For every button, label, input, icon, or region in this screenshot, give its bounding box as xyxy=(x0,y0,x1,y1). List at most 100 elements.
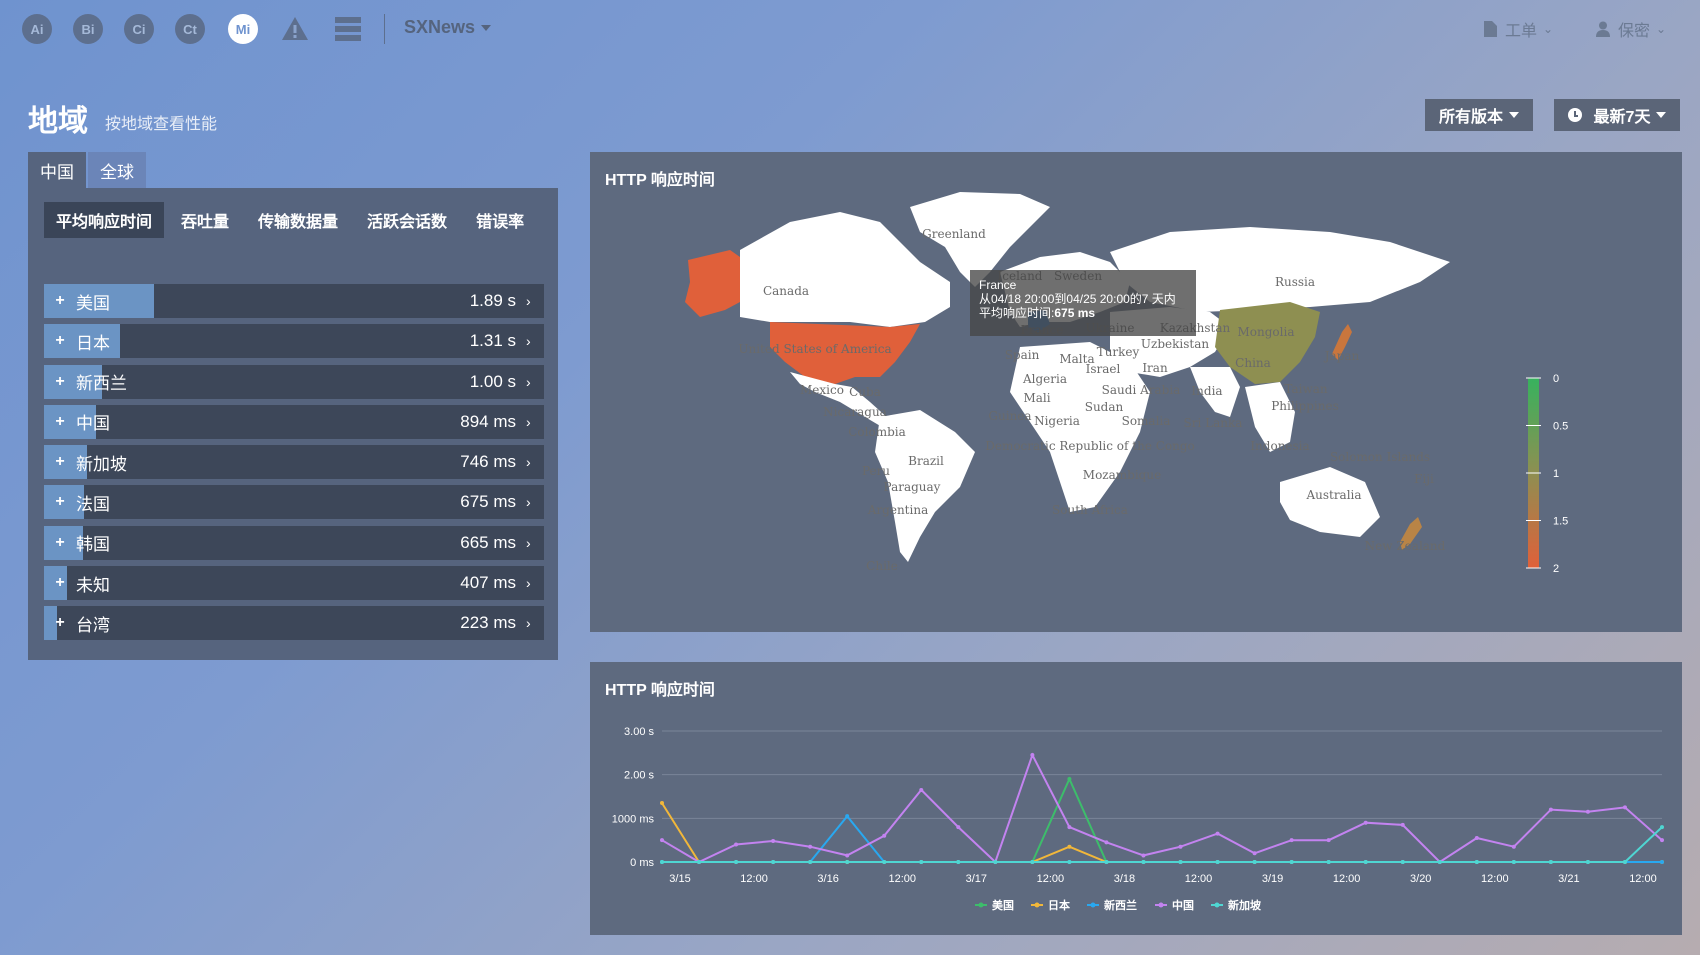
row-value: 1.00 s xyxy=(469,371,516,391)
region-row[interactable]: + 美国 1.89 s › xyxy=(44,284,544,318)
version-filter-dropdown[interactable]: 所有版本 xyxy=(1425,99,1533,131)
series-point xyxy=(1104,860,1109,864)
app-icon-bi[interactable]: Bi xyxy=(73,14,103,44)
legend-item[interactable]: 美国 xyxy=(975,898,1014,912)
region-row[interactable]: + 韩国 665 ms › xyxy=(44,525,544,560)
expand-plus-icon[interactable]: + xyxy=(44,453,76,471)
app-icon-ai[interactable]: Ai xyxy=(22,14,52,44)
x-tick-label: 3/17 xyxy=(966,873,987,885)
series-point xyxy=(1178,844,1183,849)
series-point xyxy=(1030,753,1035,758)
region-row[interactable]: + 中国 894 ms › xyxy=(44,404,544,439)
chevron-right-icon[interactable]: › xyxy=(526,494,544,510)
expand-plus-icon[interactable]: + xyxy=(44,574,76,592)
region-row[interactable]: + 新加坡 746 ms › xyxy=(44,445,544,480)
chevron-right-icon[interactable]: › xyxy=(526,374,544,390)
tab-avg-response-time[interactable]: 平均响应时间 xyxy=(44,202,165,238)
tab-throughput[interactable]: 吞吐量 xyxy=(169,202,241,238)
time-range-dropdown[interactable]: 最新7天 xyxy=(1554,99,1680,131)
series-line xyxy=(661,752,1663,864)
expand-plus-icon[interactable]: + xyxy=(44,373,76,391)
chevron-right-icon[interactable]: › xyxy=(526,414,544,430)
caret-down-icon xyxy=(481,25,492,32)
legend-item[interactable]: 中国 xyxy=(1155,898,1194,912)
country-canada[interactable] xyxy=(740,212,950,327)
chevron-right-icon[interactable]: › xyxy=(526,615,544,631)
series-point xyxy=(1474,860,1479,864)
app-icon-ct[interactable]: Ct xyxy=(175,14,205,44)
series-point xyxy=(1511,844,1516,849)
region-ranking-panel: 平均响应时间 吞吐量 传输数据量 活跃会话数 错误率 + 美国 1.89 s ›… xyxy=(28,188,558,660)
region-row[interactable]: + 法国 675 ms › xyxy=(44,485,544,520)
series-point xyxy=(808,860,813,864)
chevron-right-icon[interactable]: › xyxy=(526,293,544,309)
series-point xyxy=(1252,851,1257,856)
tickets-menu[interactable]: 工单 ⌄ xyxy=(1484,17,1553,41)
expand-plus-icon[interactable]: + xyxy=(44,413,76,431)
legend-item[interactable]: 新西兰 xyxy=(1087,898,1137,912)
region-row[interactable]: + 新西兰 1.00 s › xyxy=(44,364,544,399)
row-label: 日本 xyxy=(76,333,110,353)
row-label: 新西兰 xyxy=(76,374,127,394)
map-label: Mongolia xyxy=(1238,325,1295,339)
expand-plus-icon[interactable]: + xyxy=(44,534,76,552)
series-point xyxy=(1474,835,1479,840)
legend-swatch-dot xyxy=(1090,902,1096,908)
series-point xyxy=(1252,860,1257,864)
tab-data-transferred[interactable]: 传输数据量 xyxy=(246,202,350,238)
series-point xyxy=(882,833,887,838)
map-label: United States of America xyxy=(738,342,891,356)
series-point xyxy=(1141,853,1146,858)
tab-global[interactable]: 全球 xyxy=(88,152,146,188)
tickets-label: 工单 xyxy=(1505,23,1538,40)
app-icon-ci[interactable]: Ci xyxy=(124,14,154,44)
chevron-right-icon[interactable]: › xyxy=(526,333,544,349)
expand-plus-icon[interactable]: + xyxy=(44,493,76,511)
tab-error-rate[interactable]: 错误率 xyxy=(464,202,536,238)
tooltip-period: 从04/18 20:00到04/25 20:00的7 天内 xyxy=(979,292,1176,306)
map-label: Iran xyxy=(1142,361,1168,375)
server-list-icon[interactable] xyxy=(333,14,363,44)
series-point xyxy=(734,860,739,864)
chevron-right-icon[interactable]: › xyxy=(526,575,544,591)
map-label: Indonesia xyxy=(1250,439,1309,453)
country-australia[interactable] xyxy=(1280,467,1380,537)
series-point xyxy=(1511,860,1516,864)
tab-china[interactable]: 中国 xyxy=(28,152,86,188)
tooltip-metric-line: 平均响应时间:675 ms xyxy=(979,306,1187,320)
expand-plus-icon[interactable]: + xyxy=(44,292,76,310)
row-value: 675 ms xyxy=(460,492,516,512)
country-usa-alaska[interactable] xyxy=(685,250,740,317)
map-label: Brazil xyxy=(908,454,944,468)
series-point xyxy=(1660,860,1664,864)
app-selector[interactable]: SXNews xyxy=(404,17,492,38)
row-label: 美国 xyxy=(76,293,110,313)
row-value: 1.31 s xyxy=(469,331,516,351)
map-label: Argentina xyxy=(867,503,928,517)
map-label: Saudi Arabia xyxy=(1102,383,1181,397)
expand-plus-icon[interactable]: + xyxy=(44,614,76,632)
chevron-right-icon[interactable]: › xyxy=(526,454,544,470)
series-point xyxy=(919,860,924,864)
alert-warning-icon[interactable] xyxy=(280,14,310,44)
app-icon-mi[interactable]: Mi xyxy=(228,14,258,44)
caret-down-icon xyxy=(1509,112,1519,118)
map-label: New Zealand xyxy=(1365,539,1446,553)
series-point xyxy=(771,839,776,844)
app-icon-label: Mi xyxy=(235,21,251,37)
legend-item[interactable]: 新加坡 xyxy=(1211,898,1262,912)
x-tick-label: 3/15 xyxy=(669,873,690,885)
app-selector-label: SXNews xyxy=(404,17,476,37)
expand-plus-icon[interactable]: + xyxy=(44,332,76,350)
series-point xyxy=(1141,860,1146,864)
series-point xyxy=(1548,860,1553,864)
series-point xyxy=(1660,825,1664,830)
tab-active-sessions[interactable]: 活跃会话数 xyxy=(355,202,459,238)
legend-item[interactable]: 日本 xyxy=(1031,898,1070,912)
region-row[interactable]: + 日本 1.31 s › xyxy=(44,324,544,359)
region-row[interactable]: + 台湾 223 ms › xyxy=(44,606,544,641)
user-menu[interactable]: 保密 ⌄ xyxy=(1596,17,1666,41)
chevron-right-icon[interactable]: › xyxy=(526,535,544,551)
map-label: Somalia xyxy=(1122,414,1171,428)
region-row[interactable]: + 未知 407 ms › xyxy=(44,566,544,601)
